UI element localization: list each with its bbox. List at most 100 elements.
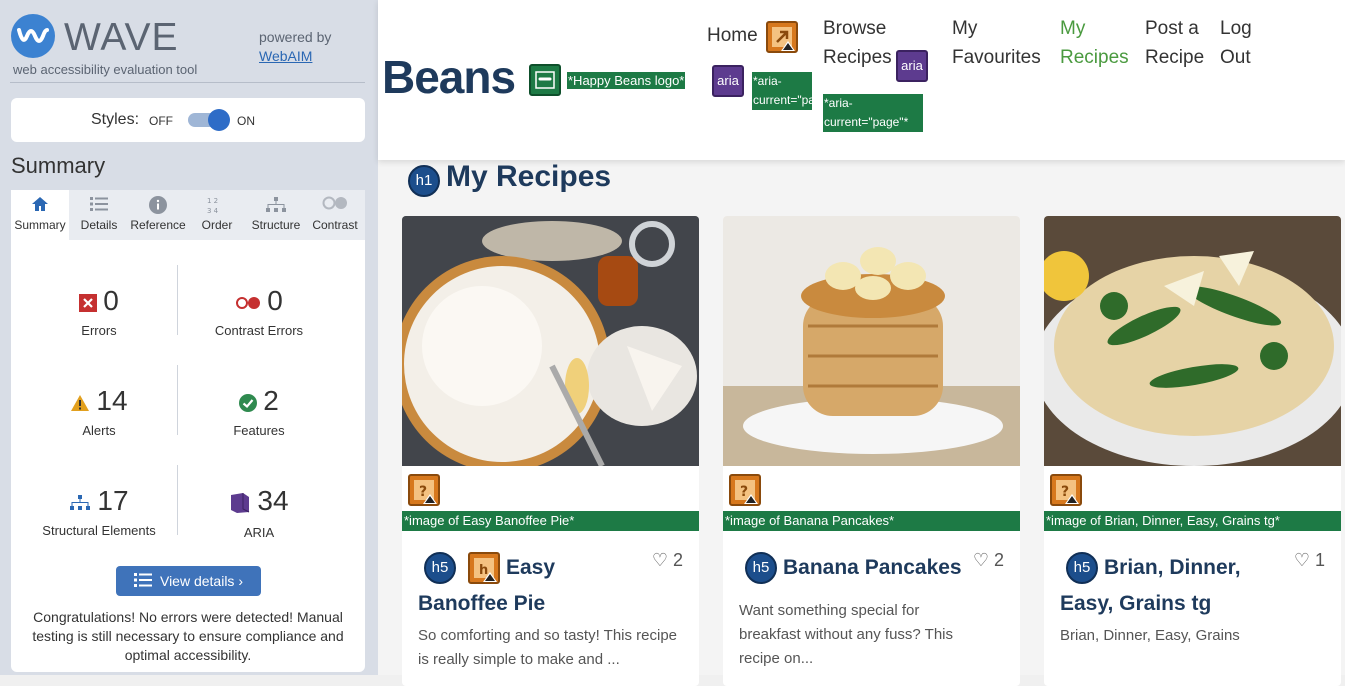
recipe-image[interactable]: [1044, 216, 1341, 466]
tab-contrast[interactable]: Contrast: [306, 190, 364, 240]
aria-current-tag: *aria-current="page"*: [752, 72, 837, 110]
stat-structural[interactable]: 17 Structural Elements: [19, 485, 179, 538]
contrast-error-icon: [235, 296, 261, 315]
svg-text:?: ?: [1061, 484, 1069, 500]
wave-tabs: Summary Details Reference 1 23 4 Order S…: [11, 190, 365, 240]
wave-header: WAVE web accessibility evaluation tool p…: [0, 0, 378, 90]
nav-my-favourites[interactable]: My Favourites: [952, 14, 1048, 72]
errors-label: Errors: [81, 323, 117, 339]
styles-on-label: ON: [237, 114, 255, 128]
nav-log-out[interactable]: Log Out: [1220, 14, 1260, 72]
view-details-label: View details ›: [159, 573, 243, 589]
toggle-knob[interactable]: [208, 109, 230, 131]
svg-text:3 4: 3 4: [207, 207, 219, 214]
structure-icon: [247, 190, 305, 218]
nav-post-recipe[interactable]: Post a Recipe: [1145, 14, 1205, 72]
wave-title: WAVE: [64, 16, 179, 59]
alerts-count: 14: [96, 385, 128, 416]
site-header: Beans *Happy Beans logo* Home aria *aria…: [378, 0, 1345, 160]
like-count[interactable]: ♡ 2: [652, 550, 683, 571]
alert-icon: [70, 394, 90, 417]
styles-label: Styles:: [91, 111, 140, 128]
contrast-errors-label: Contrast Errors: [214, 323, 304, 338]
recipe-card[interactable]: ? *image of Brian, Dinner, Easy, Grains …: [1044, 216, 1341, 686]
suspicious-alt-alert-icon[interactable]: ?: [729, 474, 761, 506]
likes-value: 1: [1314, 550, 1325, 570]
summary-panel: 0 Errors 0 Contrast Errors 14 Alerts 2 F…: [11, 240, 365, 672]
styles-toggle-panel: Styles: OFF ON: [11, 98, 365, 142]
features-count: 2: [263, 385, 279, 416]
list-icon: [70, 190, 128, 218]
site-viewport: Beans *Happy Beans logo* Home aria *aria…: [378, 0, 1345, 686]
contrast-errors-count: 0: [267, 285, 283, 316]
tab-label: Order: [201, 218, 233, 232]
powered-by: powered by WebAIM: [259, 28, 331, 66]
linked-image-icon[interactable]: [529, 64, 561, 96]
view-details-button[interactable]: View details ›: [116, 566, 261, 596]
structure-icon: [69, 494, 91, 517]
likes-value: 2: [993, 550, 1004, 570]
aria-icon: [229, 492, 251, 519]
h1-heading-icon[interactable]: h1: [408, 165, 440, 197]
tab-structure[interactable]: Structure: [247, 190, 305, 240]
recipe-image[interactable]: [723, 216, 1020, 466]
heart-icon: ♡: [972, 550, 989, 570]
stat-contrast-errors[interactable]: 0 Contrast Errors: [179, 285, 339, 338]
image-alt-tag: *image of Banana Pancakes*: [723, 511, 1020, 531]
nav-home[interactable]: Home: [707, 21, 758, 50]
recipe-image[interactable]: [402, 216, 699, 472]
page-title: My Recipes: [446, 160, 612, 193]
recipe-description: Brian, Dinner, Easy, Grains: [1060, 627, 1240, 644]
webaim-link[interactable]: WebAIM: [259, 47, 331, 66]
aria-badge-icon[interactable]: aria: [896, 50, 928, 82]
stat-features[interactable]: 2 Features: [179, 385, 339, 438]
info-icon: [129, 190, 187, 218]
recipe-description: Want something special for breakfast wit…: [739, 602, 953, 667]
recipe-title[interactable]: Easy Banoffee Pie: [418, 550, 618, 622]
wave-logo-icon: [11, 14, 55, 58]
tab-details[interactable]: Details: [70, 190, 128, 240]
suspicious-alt-alert-icon[interactable]: ?: [408, 474, 440, 506]
stat-errors[interactable]: 0 Errors: [19, 285, 179, 338]
suspicious-alt-alert-icon[interactable]: ?: [1050, 474, 1082, 506]
svg-text:?: ?: [419, 484, 427, 500]
alerts-label: Alerts: [82, 423, 116, 439]
brand-logo[interactable]: Beans: [382, 50, 516, 104]
recipe-title[interactable]: Banana Pancakes: [783, 550, 963, 586]
order-icon: 1 23 4: [188, 190, 246, 218]
congrats-message: Congratulations! No errors were detected…: [32, 609, 344, 663]
nav-my-recipes[interactable]: My Recipes: [1060, 14, 1132, 72]
summary-heading: Summary: [11, 153, 106, 178]
heart-icon: ♡: [651, 550, 668, 570]
like-count[interactable]: ♡ 1: [1294, 550, 1325, 571]
recipe-card[interactable]: ? *image of Easy Banoffee Pie* h5 h Easy…: [402, 216, 699, 686]
stat-aria[interactable]: 34 ARIA: [179, 485, 339, 540]
svg-text:1 2: 1 2: [207, 197, 218, 205]
tab-reference[interactable]: Reference: [129, 190, 187, 240]
recipe-card[interactable]: ? *image of Banana Pancakes* h5 Banana P…: [723, 216, 1020, 686]
stat-alerts[interactable]: 14 Alerts: [19, 385, 179, 438]
redundant-link-alert-icon[interactable]: [766, 21, 798, 53]
tab-label: Reference: [130, 218, 186, 232]
tab-label: Summary: [14, 218, 66, 232]
aria-count: 34: [257, 485, 289, 516]
tab-label: Structure: [251, 218, 301, 232]
like-count[interactable]: ♡ 2: [973, 550, 1004, 571]
tab-summary[interactable]: Summary: [11, 190, 69, 240]
tab-label: Contrast: [312, 218, 358, 232]
recipe-title[interactable]: Brian, Dinner, Easy, Grains tg: [1060, 550, 1280, 622]
h5-heading-icon[interactable]: h5: [745, 552, 777, 584]
contrast-icon: [306, 190, 364, 218]
styles-toggle[interactable]: [188, 109, 230, 131]
nav-browse-recipes[interactable]: Browse Recipes: [823, 14, 893, 72]
aria-badge-icon[interactable]: aria: [712, 65, 744, 97]
heart-icon: ♡: [1293, 550, 1310, 570]
styles-off-label: OFF: [149, 114, 173, 128]
list-icon: [133, 567, 152, 597]
tab-order[interactable]: 1 23 4 Order: [188, 190, 246, 240]
likes-value: 2: [672, 550, 683, 570]
image-alt-tag: *image of Brian, Dinner, Easy, Grains tg…: [1044, 511, 1341, 531]
recipe-description: So comforting and so tasty! This recipe …: [418, 627, 678, 668]
structural-count: 17: [97, 485, 129, 516]
logo-alt-tag: *Happy Beans logo*: [567, 72, 686, 89]
